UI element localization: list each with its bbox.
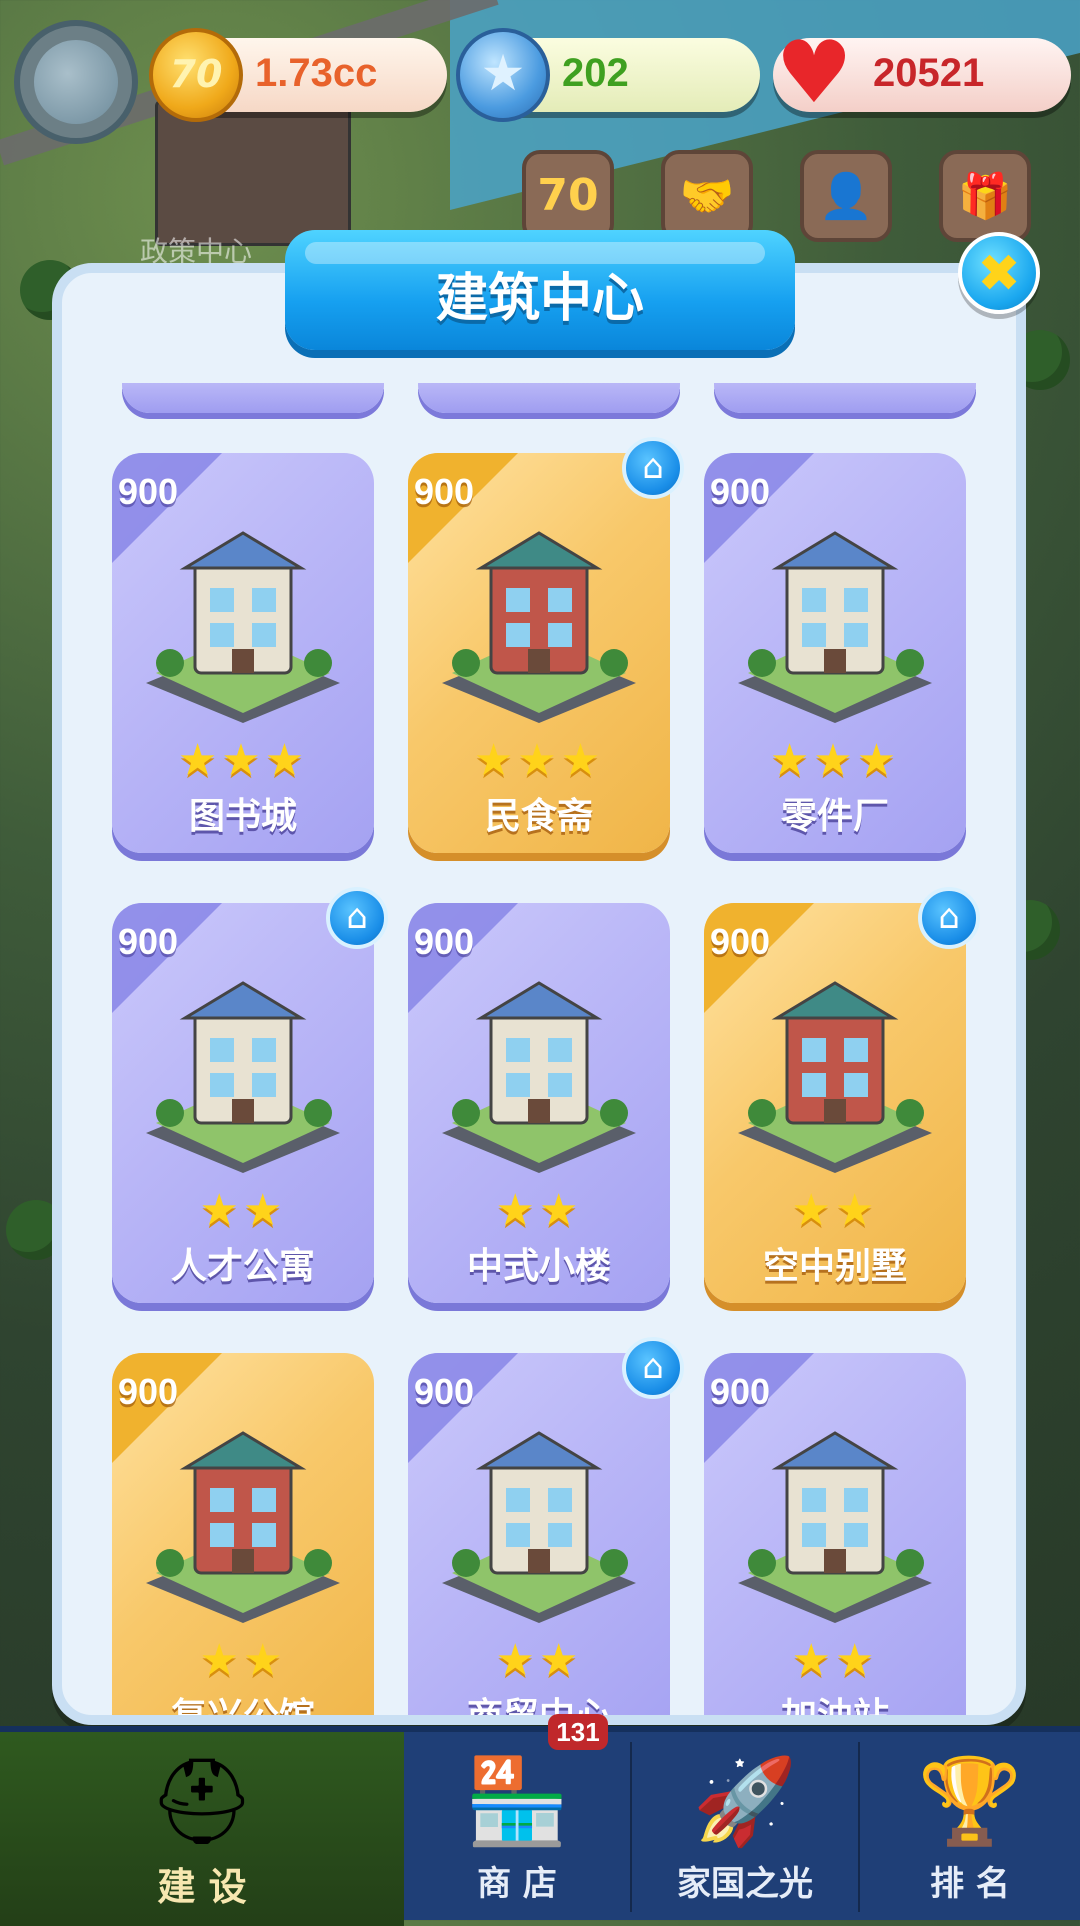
building-name: 复兴公馆	[170, 1696, 315, 1725]
building-image	[436, 973, 642, 1173]
home-icon[interactable]: ⌂	[918, 887, 980, 949]
building-name: 商贸中心	[466, 1696, 611, 1725]
building-image	[732, 1423, 938, 1623]
building-price: 900	[118, 1371, 179, 1412]
building-name: 人才公寓	[170, 1246, 315, 1287]
stars-value: 202	[562, 51, 629, 95]
building-price: 900	[414, 1371, 475, 1412]
building-card[interactable]: 900 ★★ 中式小楼	[408, 903, 670, 1303]
character-event-button[interactable]: 👤	[800, 150, 892, 242]
background-building	[155, 100, 351, 246]
building-image	[140, 973, 346, 1173]
building-center-panel[interactable]: 900 ★★★ 图书城 900 ★★★ 民食斋 ⌂ 900 ★★★ 零件厂 900 ★★ 人才公寓 ⌂ 90…	[52, 263, 1026, 1725]
building-card[interactable]: 900 ★★ 人才公寓	[112, 903, 374, 1303]
building-name: 中式小楼	[466, 1246, 611, 1287]
home-icon[interactable]: ⌂	[622, 1337, 684, 1399]
hearts-counter[interactable]: ♥ 20521	[773, 26, 1071, 120]
building-name: 图书城	[188, 796, 297, 837]
close-button[interactable]: ✖	[958, 232, 1040, 314]
nav-tab-country[interactable]: 🚀 家国之光	[632, 1732, 858, 1926]
home-icon[interactable]: ⌂	[326, 887, 388, 949]
shop-icon: 🏪	[464, 1752, 570, 1850]
building-price: 900	[414, 471, 475, 512]
building-price: 900	[710, 471, 771, 512]
building-price: 900	[118, 921, 179, 962]
building-image	[436, 1423, 642, 1623]
stars-counter[interactable]: ★ 202	[456, 28, 760, 122]
building-star-rating: ★★	[791, 1635, 879, 1686]
building-star-rating: ★★★	[177, 735, 309, 786]
building-star-rating: ★★★	[769, 735, 901, 786]
card-stub	[122, 383, 384, 413]
avatar-image	[34, 40, 118, 124]
building-star-rating: ★★	[199, 1185, 287, 1236]
event-70-button[interactable]: 70	[522, 150, 614, 242]
building-card[interactable]: 900 ★★★ 零件厂	[704, 453, 966, 853]
nav-label-country: 家国之光	[677, 1864, 813, 1904]
building-card[interactable]: 900 ★★★ 图书城	[112, 453, 374, 853]
building-card[interactable]: 900 ★★ 复兴公馆	[112, 1353, 374, 1725]
building-name: 民食斋	[484, 796, 593, 837]
player-avatar[interactable]	[14, 20, 138, 144]
building-card[interactable]: 900 ★★ 加油站	[704, 1353, 966, 1725]
building-card[interactable]: 900 ★★ 空中别墅	[704, 903, 966, 1303]
building-image	[140, 523, 346, 723]
building-price: 900	[710, 1371, 771, 1412]
rocket-icon: 🚀	[692, 1752, 798, 1850]
heart-icon: ♥	[775, 23, 853, 123]
bottom-nav: ⛑ 建 设 🏪 商 店 🚀 家国之光 🏆 排 名	[0, 1726, 1080, 1926]
nav-tab-build[interactable]: ⛑ 建 设	[0, 1732, 404, 1926]
building-star-rating: ★★	[495, 1185, 583, 1236]
nav-tab-shop[interactable]: 🏪 商 店	[404, 1732, 630, 1926]
card-stub	[418, 383, 680, 413]
hearts-value: 20521	[873, 51, 985, 95]
bonus-event-button[interactable]: 🎁	[939, 150, 1031, 242]
building-card[interactable]: 900 ★★★ 民食斋	[408, 453, 670, 853]
building-price: 900	[118, 471, 179, 512]
building-image	[732, 973, 938, 1173]
building-star-rating: ★★	[199, 1635, 287, 1686]
coin-icon: 70	[149, 28, 243, 122]
nav-label-rank: 排 名	[930, 1864, 1010, 1904]
building-price: 900	[414, 921, 475, 962]
building-card[interactable]: 900 ★★ 商贸中心	[408, 1353, 670, 1725]
building-image	[732, 523, 938, 723]
building-image	[436, 523, 642, 723]
building-star-rating: ★★	[495, 1635, 583, 1686]
star-badge-icon: ★	[456, 28, 550, 122]
building-price: 900	[710, 921, 771, 962]
building-star-rating: ★★	[791, 1185, 879, 1236]
modal-title-banner: 建筑中心	[285, 230, 795, 350]
building-name: 加油站	[780, 1696, 889, 1725]
nav-label-build: 建 设	[157, 1865, 247, 1909]
card-stub	[714, 383, 976, 413]
close-icon: ✖	[977, 244, 1021, 304]
nav-tab-rank[interactable]: 🏆 排 名	[860, 1732, 1080, 1926]
building-name: 空中别墅	[762, 1246, 907, 1287]
building-name: 零件厂	[780, 796, 889, 837]
nav-label-shop: 商 店	[477, 1864, 557, 1904]
coins-counter[interactable]: 70 1.73cc	[149, 28, 447, 122]
building-star-rating: ★★★	[473, 735, 605, 786]
building-image	[140, 1423, 346, 1623]
coins-value: 1.73cc	[255, 51, 378, 95]
handshake-event-button[interactable]: 🤝	[661, 150, 753, 242]
shop-count-badge: 131	[548, 1714, 608, 1750]
hard-hat-icon: ⛑	[148, 1752, 256, 1850]
modal-title: 建筑中心	[435, 269, 644, 329]
podium-icon: 🏆	[917, 1752, 1023, 1850]
home-icon[interactable]: ⌂	[622, 437, 684, 499]
